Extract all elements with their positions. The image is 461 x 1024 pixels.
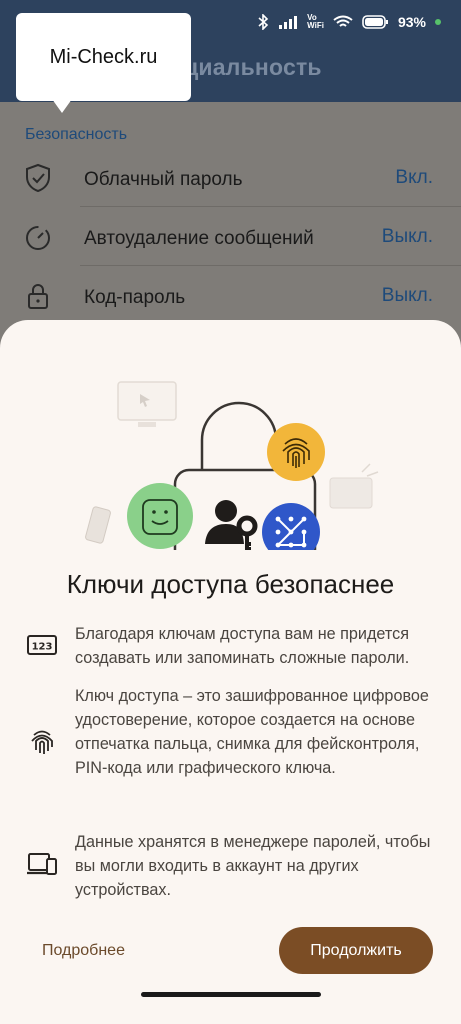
divider [80, 206, 461, 207]
passkey-illustration [85, 381, 379, 550]
learn-more-button[interactable]: Подробнее [42, 942, 125, 960]
divider [80, 265, 461, 266]
keypad-123-icon: 123 [27, 635, 57, 655]
row-auto-delete[interactable]: Автоудаление сообщений Выкл. [0, 208, 461, 266]
feature-text: Благодаря ключам доступа вам не придется… [75, 625, 410, 667]
status-bar: Vo WiFi 93% [257, 10, 441, 34]
row-value: Вкл. [395, 167, 433, 188]
lock-icon [28, 284, 48, 309]
padlock-shackle [200, 401, 278, 472]
devices-icon [27, 853, 57, 875]
laptop-icon [329, 463, 379, 509]
fingerprint-icon [31, 730, 53, 754]
battery-icon [362, 15, 388, 29]
indicator-dot [435, 19, 441, 25]
row-value: Выкл. [381, 226, 433, 247]
fingerprint-badge-icon [267, 423, 325, 481]
phone-icon [85, 506, 111, 544]
battery-percent: 93% [397, 14, 426, 30]
keypad-icon-text: 123 [32, 642, 53, 653]
wifi-icon [333, 15, 353, 27]
home-indicator[interactable] [141, 992, 321, 997]
security-settings-list: Безопасность Облачный пароль Вкл. Автоуд… [0, 102, 461, 342]
monitor-icon [117, 381, 177, 427]
bubble-tail [52, 99, 72, 113]
page-title: нциальность [170, 54, 322, 80]
sheet-title: Ключи доступа безопаснее [66, 569, 395, 599]
watermark-bubble: Mi-Check.ru [16, 13, 191, 113]
signal-icon [279, 16, 298, 29]
watermark-text: Mi-Check.ru [49, 46, 158, 68]
shield-check-icon [26, 163, 50, 193]
row-label: Код-пароль [84, 287, 186, 308]
continue-button[interactable]: Продолжить [279, 927, 433, 974]
feature-text: Данные хранятся в менеджере паролей, что… [75, 833, 431, 899]
vowifi-label-bottom: WiFi [307, 21, 324, 30]
row-label: Автоудаление сообщений [84, 228, 314, 249]
vowifi-label: Vo WiFi [307, 14, 324, 30]
face-scan-icon [127, 483, 193, 549]
section-label: Безопасность [25, 126, 128, 143]
bluetooth-icon [258, 14, 269, 30]
row-value: Выкл. [381, 285, 433, 306]
timer-icon [26, 226, 50, 250]
row-passcode[interactable]: Код-пароль Выкл. [0, 267, 461, 325]
passkeys-bottom-sheet: Ключи доступа безопаснее 123 Благодаря к… [0, 320, 461, 1024]
feature-text: Ключ доступа – это зашифрованное цифрово… [75, 687, 429, 777]
row-label: Облачный пароль [84, 169, 243, 190]
row-cloud-password[interactable]: Облачный пароль Вкл. [0, 149, 461, 207]
